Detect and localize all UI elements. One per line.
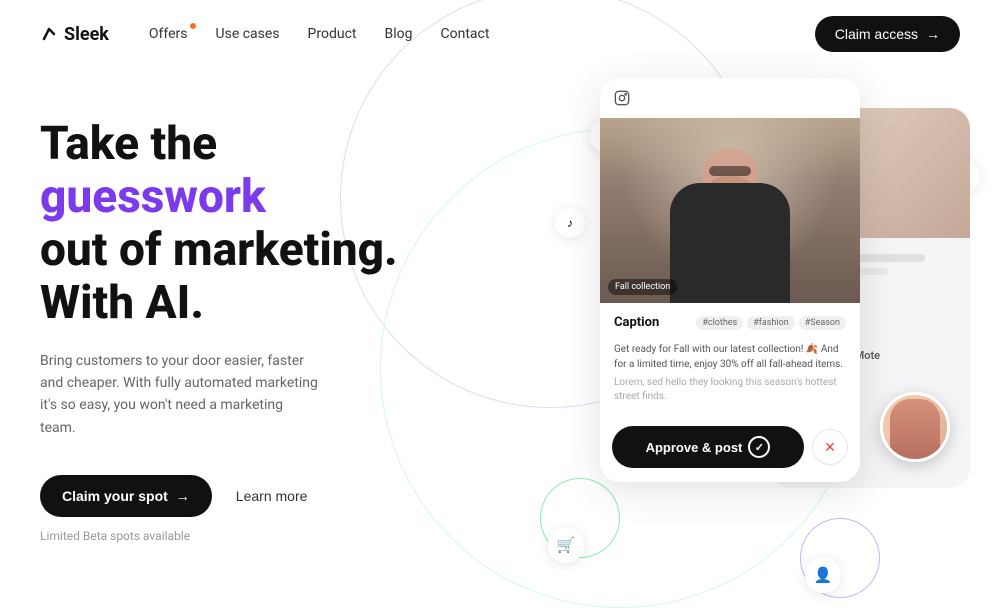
caption-text-secondary: Lorem, sed hello they looking this seaso… bbox=[614, 376, 846, 404]
card-footer: Approve & post ✓ ✕ bbox=[600, 416, 860, 482]
nav-offers[interactable]: Offers bbox=[149, 26, 188, 42]
tiktok-icon: ♪ bbox=[555, 208, 585, 238]
nav-product[interactable]: Product bbox=[308, 26, 357, 42]
tag-clothes: #clothes bbox=[696, 316, 743, 330]
card-body: Caption #clothes #fashion #Season Get re… bbox=[600, 303, 860, 416]
logo[interactable]: Sleek bbox=[40, 24, 109, 45]
nav-contact[interactable]: Contact bbox=[440, 26, 489, 42]
user-icon: 👤 bbox=[805, 557, 841, 593]
hero-title: Take the guesswork out of marketing.With… bbox=[40, 118, 420, 330]
person-body bbox=[670, 183, 790, 303]
caption-label: Caption bbox=[614, 315, 659, 330]
card-header bbox=[600, 78, 860, 118]
hero-copy: Take the guesswork out of marketing.With… bbox=[40, 88, 420, 543]
nav-use-cases[interactable]: Use cases bbox=[216, 26, 280, 42]
hero-actions: Claim your spot → Learn more bbox=[40, 475, 420, 517]
beta-text: Limited Beta spots available bbox=[40, 529, 420, 543]
reject-button[interactable]: ✕ bbox=[812, 429, 848, 465]
cart-icon: 🛒 bbox=[548, 527, 584, 563]
nav-links: Offers Use cases Product Blog Contact bbox=[149, 26, 815, 42]
claim-spot-button[interactable]: Claim your spot → bbox=[40, 475, 212, 517]
person-bg bbox=[600, 118, 860, 303]
hero-section: ✉ ◻ ♪ 🛒 👤 Take the guesswork out of mark… bbox=[0, 68, 1000, 578]
claim-access-button[interactable]: Claim access → bbox=[815, 16, 960, 52]
navbar: Sleek Offers Use cases Product Blog Cont… bbox=[0, 0, 1000, 68]
check-icon: ✓ bbox=[748, 436, 770, 458]
caption-text: Get ready for Fall with our latest colle… bbox=[614, 342, 846, 372]
nav-cta-area: Claim access → bbox=[815, 16, 960, 52]
nav-blog[interactable]: Blog bbox=[385, 26, 413, 42]
main-card: Fall collection Caption #clothes #fashio… bbox=[600, 78, 860, 482]
fall-badge: Fall collection bbox=[608, 279, 677, 295]
caption-tags: #clothes #fashion #Season bbox=[696, 316, 846, 330]
tag-season: #Season bbox=[799, 316, 846, 330]
hero-subtitle: Bring customers to your door easier, fas… bbox=[40, 350, 320, 440]
card-image: Fall collection bbox=[600, 118, 860, 303]
approve-post-button[interactable]: Approve & post ✓ bbox=[612, 426, 804, 468]
offers-dot bbox=[190, 23, 196, 29]
learn-more-button[interactable]: Learn more bbox=[236, 488, 308, 504]
avatar-person-shape bbox=[890, 399, 940, 459]
card-platform-icon bbox=[614, 90, 630, 110]
tag-fashion: #fashion bbox=[747, 316, 794, 330]
card-area: Fall collection Caption #clothes #fashio… bbox=[600, 78, 940, 482]
avatar bbox=[880, 392, 950, 462]
